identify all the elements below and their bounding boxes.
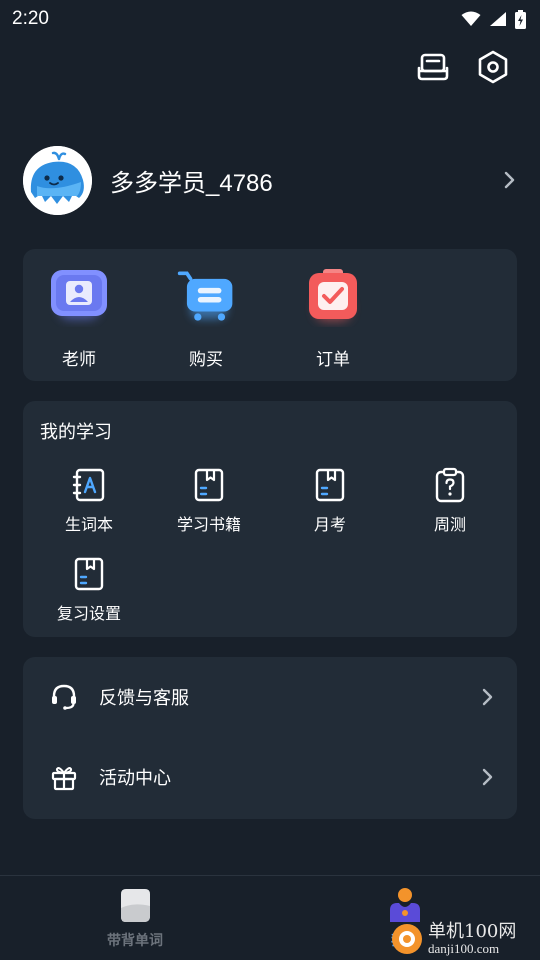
study-item-label: 月考 [313,515,346,534]
menu-row-feedback[interactable]: 反馈与客服 [23,657,517,737]
monthly-exam-icon [310,465,350,505]
section-title: 我的学习 [40,422,112,443]
watermark-logo-icon [392,924,422,954]
status-time: 2:20 [12,8,49,29]
menu-label: 反馈与客服 [99,688,189,709]
study-item-review-settings[interactable]: 复习设置 [34,554,144,624]
whale-mascot-icon [23,145,92,215]
study-item-monthly-exam[interactable]: 月考 [275,465,385,535]
chevron-right-icon [504,171,515,189]
tab-vocabulary[interactable]: 带背单词 [75,886,195,950]
gift-icon [49,762,79,792]
settings-icon [478,50,508,84]
menu-card: 反馈与客服 活动中心 [23,657,517,819]
quick-action-label: 订单 [316,350,350,370]
quick-actions-card: 老师 购买 订单 [23,249,517,381]
study-item-label: 学习书籍 [176,515,241,534]
battery-icon [515,9,526,29]
message-box-icon [417,53,449,81]
watermark-url: danji100.com [428,940,500,956]
wifi-icon [461,11,481,26]
tab-label: 带背单词 [107,933,163,949]
review-settings-icon [69,554,109,594]
menu-row-activity[interactable]: 活动中心 [23,737,517,817]
status-icons [461,9,526,29]
quick-action-label: 购买 [189,350,223,370]
quick-action-teacher[interactable]: 老师 [39,267,119,370]
chevron-right-icon [482,688,493,706]
status-bar: 2:20 [0,0,540,38]
profile-row[interactable]: 多多学员_4786 [23,145,517,215]
my-study-card: 我的学习 生词本 学习书籍 月考 周测 复习设置 [23,401,517,637]
top-actions [416,50,510,84]
study-item-weekly-test[interactable]: 周测 [395,465,505,535]
study-item-label: 周测 [433,515,466,534]
message-button[interactable] [416,50,450,84]
settings-button[interactable] [476,50,510,84]
book-tab-icon [121,889,150,922]
order-check-icon [303,267,363,327]
weekly-test-icon [430,465,470,505]
quick-action-orders[interactable]: 订单 [293,267,373,370]
menu-label: 活动中心 [99,768,171,789]
chevron-right-icon [482,768,493,786]
study-item-books[interactable]: 学习书籍 [154,465,264,535]
username: 多多学员_4786 [110,169,273,197]
study-item-vocab[interactable]: 生词本 [34,465,144,535]
vocab-book-icon [69,465,109,505]
teacher-icon [49,267,109,327]
signal-icon [490,12,506,26]
quick-action-purchase[interactable]: 购买 [166,267,246,370]
avatar[interactable] [23,145,92,215]
study-book-icon [189,465,229,505]
study-item-label: 复习设置 [56,604,121,623]
headset-icon [49,682,79,712]
watermark: 单机100网 danji100.com [390,918,540,960]
study-item-label: 生词本 [64,515,113,534]
cart-icon [176,267,236,327]
watermark-site-name: 单机100网 [428,920,517,942]
quick-action-label: 老师 [62,350,96,370]
